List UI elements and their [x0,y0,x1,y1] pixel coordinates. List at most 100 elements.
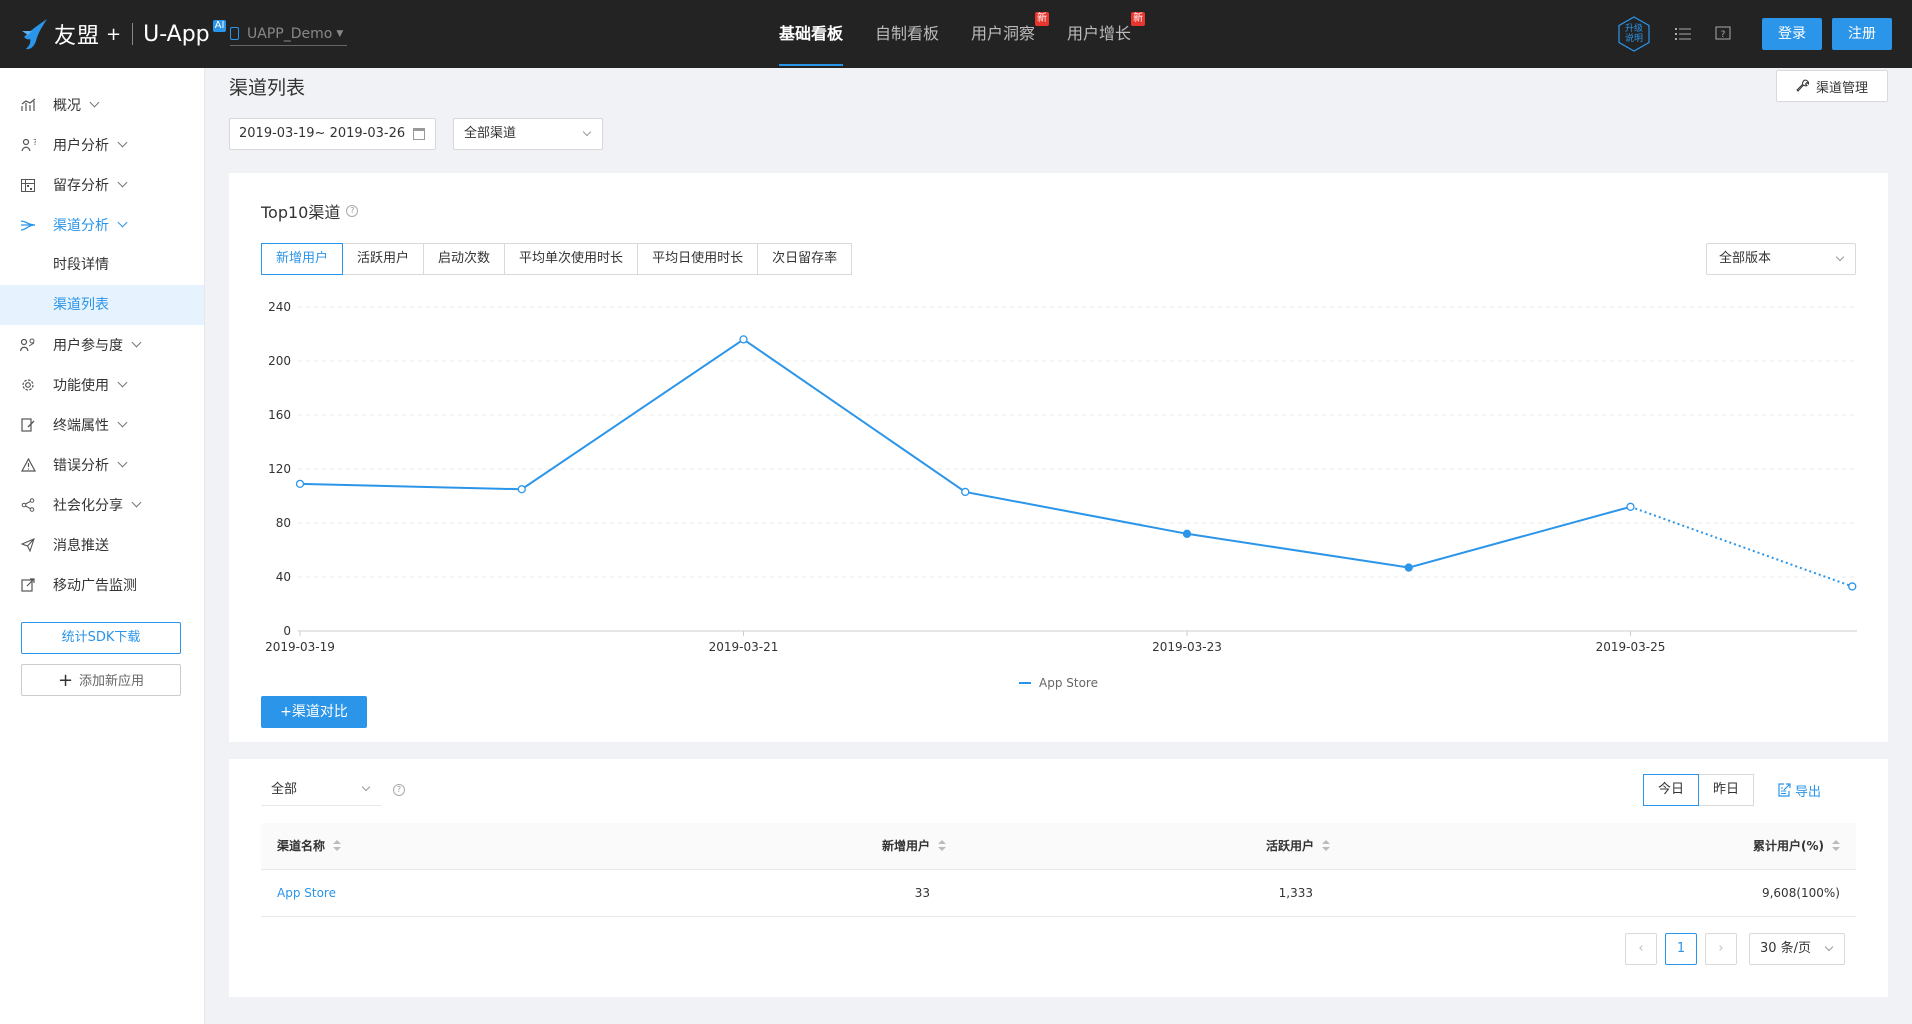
chevron-down-icon [582,127,592,137]
sidebar-item-label: 消息推送 [53,538,109,554]
sidebar-item-feature-usage[interactable]: 功能使用 [0,365,204,405]
chevron-down-icon [131,497,142,507]
top10-title-text: Top10渠道 [261,203,341,222]
chevron-down-icon [117,137,128,147]
brand-name: 友盟 [54,24,101,49]
table-filter-select[interactable]: 全部 [261,774,381,806]
upgrade-line2: 说明 [1624,34,1643,44]
col-active-users[interactable]: 活跃用户 [1266,823,1330,870]
ai-badge: AI [212,20,227,32]
tab-new-users[interactable]: 新增用户 [261,243,344,275]
sidebar-sub-period-detail[interactable]: 时段详情 [0,245,204,285]
date-range-picker[interactable]: 2019-03-19~ 2019-03-26 [229,118,436,150]
svg-text:?: ? [1721,30,1726,40]
umeng-bird-icon [22,19,47,50]
sidebar-item-ad-monitor[interactable]: 移动广告监测 [0,565,204,605]
sidebar-item-retention[interactable]: 留存分析 [0,165,204,205]
upgrade-label: 升级 说明 [1616,24,1652,44]
nav-user-insight[interactable]: 用户洞察 新 [971,0,1050,68]
col-new-users[interactable]: 新增用户 [882,823,946,870]
help-circle-icon[interactable]: ? [346,205,359,217]
svg-text:?: ? [33,138,36,147]
app-selector[interactable]: UAPP_Demo ▼ [230,22,348,46]
active-users-value: 1,333 [1278,886,1313,900]
chart-legend[interactable]: App Store [1019,676,1098,690]
add-app-button[interactable]: + 添加新应用 [21,664,181,696]
prev-page-button[interactable]: ‹ [1625,933,1657,965]
data-point [295,479,305,489]
upgrade-info-button[interactable]: 升级 说明 [1616,16,1652,52]
yesterday-button[interactable]: 昨日 [1699,774,1755,806]
channel-table: 渠道名称 新增用户 活跃用户 累计用户(%) App Store 33 1,33… [261,823,1856,917]
register-button[interactable]: 注册 [1832,18,1892,50]
tab-active-users[interactable]: 活跃用户 [343,243,425,275]
login-button[interactable]: 登录 [1762,18,1822,50]
help-icon[interactable]: ? [1712,23,1734,45]
col-total-users[interactable]: 累计用户(%) [1753,823,1840,870]
sidebar-item-channel-analysis[interactable]: 渠道分析 [0,205,204,245]
nav-label: 用户洞察 [971,24,1036,43]
sidebar-item-user-analysis[interactable]: ? 用户分析 [0,125,204,165]
series-line-dotted [1630,505,1853,588]
col-label: 累计用户(%) [1753,839,1824,853]
product-name: U-App [143,21,210,47]
add-app-label: 添加新应用 [79,674,145,689]
channel-filter-value: 全部渠道 [464,126,517,141]
chevron-down-icon [117,177,128,187]
page-size-select[interactable]: 30 条/页 [1749,933,1845,965]
nav-user-growth[interactable]: 用户增长 新 [1067,0,1146,68]
nav-label: 基础看板 [779,24,844,43]
channel-compare-button[interactable]: +渠道对比 [261,696,367,728]
page-1-button[interactable]: 1 [1665,933,1697,965]
sort-icon [1832,840,1840,852]
sidebar-item-push[interactable]: 消息推送 [0,525,204,565]
nav-basic-dashboard[interactable]: 基础看板 [779,0,844,68]
tab-next-day-retention[interactable]: 次日留存率 [758,243,853,275]
col-channel-name[interactable]: 渠道名称 [277,823,342,870]
device-edit-icon [20,417,36,433]
next-page-button[interactable]: › [1705,933,1737,965]
table-header: 渠道名称 新增用户 活跃用户 累计用户(%) [261,823,1856,870]
wrench-icon [1796,79,1810,92]
sidebar-item-label: 终端属性 [53,418,109,434]
tab-launches[interactable]: 启动次数 [424,243,506,275]
x-tick-label: 2019-03-21 [709,640,779,654]
table-row: App Store 33 1,333 9,608(100%) [261,870,1856,917]
sdk-download-button[interactable]: 统计SDK下载 [21,622,181,654]
sidebar-item-label: 渠道分析 [53,218,109,234]
page-title: 渠道列表 [229,77,306,99]
date-range-value: 2019-03-19~ 2019-03-26 [239,126,406,141]
channel-filter-select[interactable]: 全部渠道 [453,118,603,150]
channel-manage-button[interactable]: 渠道管理 [1776,70,1888,102]
today-button[interactable]: 今日 [1643,774,1700,806]
data-point [961,487,970,497]
sidebar-item-engagement[interactable]: 用户参与度 [0,325,204,365]
user-engage-icon [20,337,36,353]
channel-name-link[interactable]: App Store [277,870,336,917]
day-toggle: 今日 昨日 [1643,774,1755,806]
y-tick-label: 40 [276,570,291,584]
caret-down-icon: ▼ [336,28,344,39]
sidebar-item-error[interactable]: 错误分析 [0,445,204,485]
version-value: 全部版本 [1719,251,1772,266]
tab-avg-session-duration[interactable]: 平均单次使用时长 [505,243,639,275]
sidebar-item-device[interactable]: 终端属性 [0,405,204,445]
list-icon[interactable] [1672,23,1694,45]
y-tick-label: 240 [268,300,291,314]
sidebar-item-social-share[interactable]: 社会化分享 [0,485,204,525]
sidebar-item-overview[interactable]: 概况 [0,85,204,125]
tab-avg-daily-duration[interactable]: 平均日使用时长 [638,243,759,275]
logo[interactable]: 友盟 + U-App AI [20,14,227,54]
nav-label: 自制看板 [875,24,940,43]
top-bar: 友盟 + U-App AI UAPP_Demo ▼ 基础看板 自制看板 用户洞察… [0,0,1912,68]
phone-icon [230,27,239,40]
sidebar-item-label: 用户分析 [53,138,109,154]
data-point [1404,563,1413,572]
export-button[interactable]: 导出 [1777,774,1821,806]
nav-custom-dashboard[interactable]: 自制看板 [875,0,939,68]
help-circle-icon[interactable]: ? [393,784,405,796]
sidebar-sub-channel-list[interactable]: 渠道列表 [0,285,204,325]
col-label: 渠道名称 [277,839,326,853]
version-select[interactable]: 全部版本 [1706,243,1856,275]
